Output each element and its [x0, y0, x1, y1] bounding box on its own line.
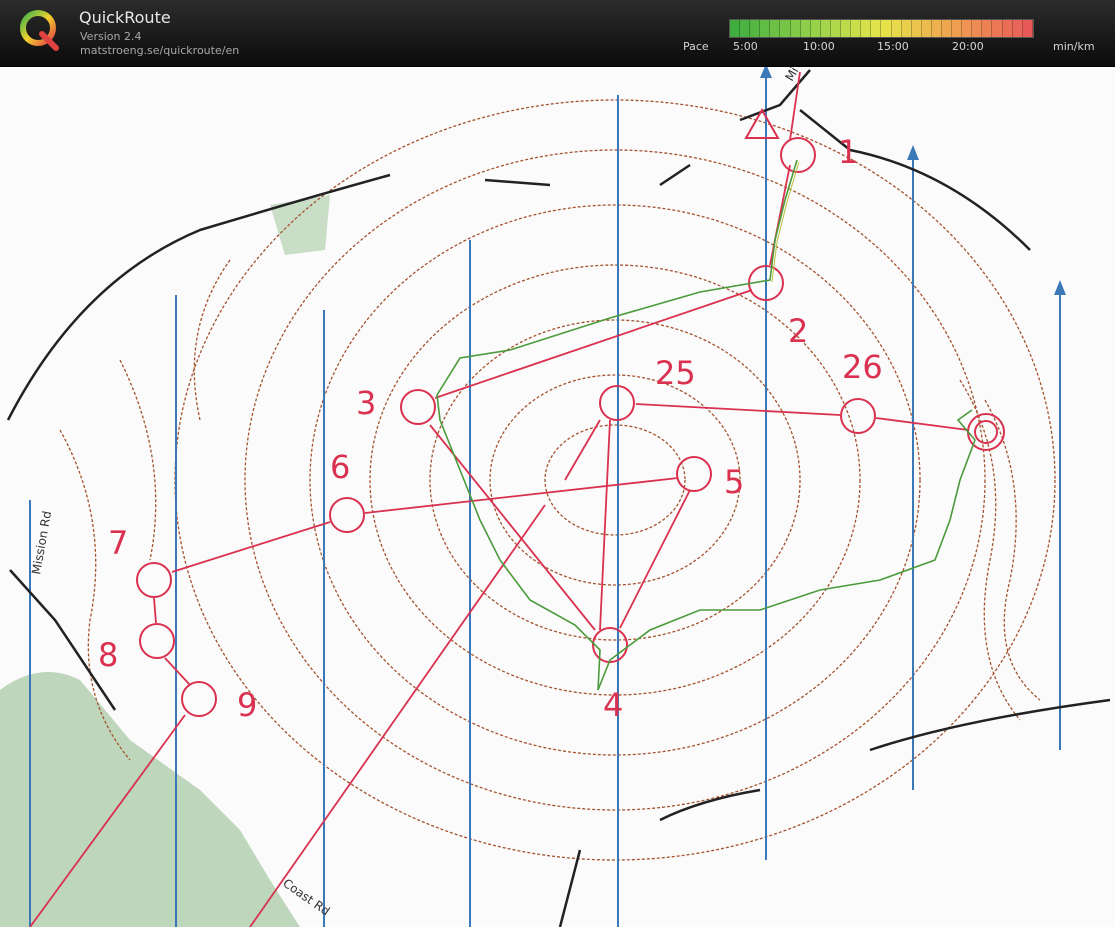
pace-scale-segment: [871, 20, 882, 37]
pace-scale-segment: [861, 20, 872, 37]
pace-scale-segment: [750, 20, 761, 37]
pace-scale-segment: [1002, 20, 1013, 37]
pace-tick: 5:00: [733, 40, 758, 53]
pace-scale-segment: [760, 20, 771, 37]
pace-color-scale: [729, 19, 1034, 38]
pace-scale-segment: [972, 20, 983, 37]
pace-scale-segment: [820, 20, 831, 37]
pace-scale-segment: [952, 20, 963, 37]
pace-scale-segment: [901, 20, 912, 37]
app-version: Version 2.4: [80, 30, 142, 43]
control-number-1: 1: [838, 133, 858, 171]
pace-tick: 10:00: [803, 40, 835, 53]
control-number-6: 6: [330, 448, 350, 486]
pace-scale-segment: [921, 20, 932, 37]
header-bar: QuickRoute Version 2.4 matstroeng.se/qui…: [0, 0, 1115, 67]
pace-scale-segment: [851, 20, 862, 37]
pace-scale-segment: [1012, 20, 1023, 37]
control-number-8: 8: [98, 636, 118, 674]
pace-scale-segment: [770, 20, 781, 37]
pace-scale-segment: [881, 20, 892, 37]
pace-scale-segment: [740, 20, 751, 37]
pace-label: Pace: [683, 40, 709, 53]
pace-tick: 20:00: [952, 40, 984, 53]
control-number-9: 9: [237, 686, 257, 724]
pace-scale-segment: [780, 20, 791, 37]
pace-scale-segment: [810, 20, 821, 37]
pace-scale-segment: [962, 20, 973, 37]
pace-scale-segment: [891, 20, 902, 37]
pace-scale-segment: [830, 20, 842, 37]
app-url-link[interactable]: matstroeng.se/quickroute/en: [80, 44, 239, 57]
control-number-26: 26: [842, 348, 883, 386]
control-number-3: 3: [356, 384, 376, 422]
pace-scale-segment: [941, 20, 953, 37]
control-number-7: 7: [108, 524, 128, 562]
pace-scale-segment: [841, 20, 852, 37]
pace-unit: min/km: [1053, 40, 1095, 53]
quickroute-logo-icon: [20, 10, 59, 51]
control-number-2: 2: [788, 312, 808, 350]
orienteering-map[interactable]: Mission Rd Coast Rd Mi 1 2 3 25 26 5 6 7…: [0, 67, 1115, 927]
pace-scale-segment: [730, 20, 741, 37]
pace-scale-segment: [1022, 20, 1033, 37]
pace-scale-segment: [992, 20, 1003, 37]
control-number-25: 25: [655, 354, 696, 392]
control-number-4: 4: [603, 686, 623, 724]
pace-tick: 15:00: [877, 40, 909, 53]
app-title: QuickRoute: [79, 8, 171, 27]
pace-scale-segment: [790, 20, 801, 37]
pace-scale-segment: [911, 20, 922, 37]
pace-scale-segment: [800, 20, 811, 37]
control-number-5: 5: [724, 463, 744, 501]
pace-scale-segment: [931, 20, 942, 37]
pace-scale-segment: [982, 20, 993, 37]
